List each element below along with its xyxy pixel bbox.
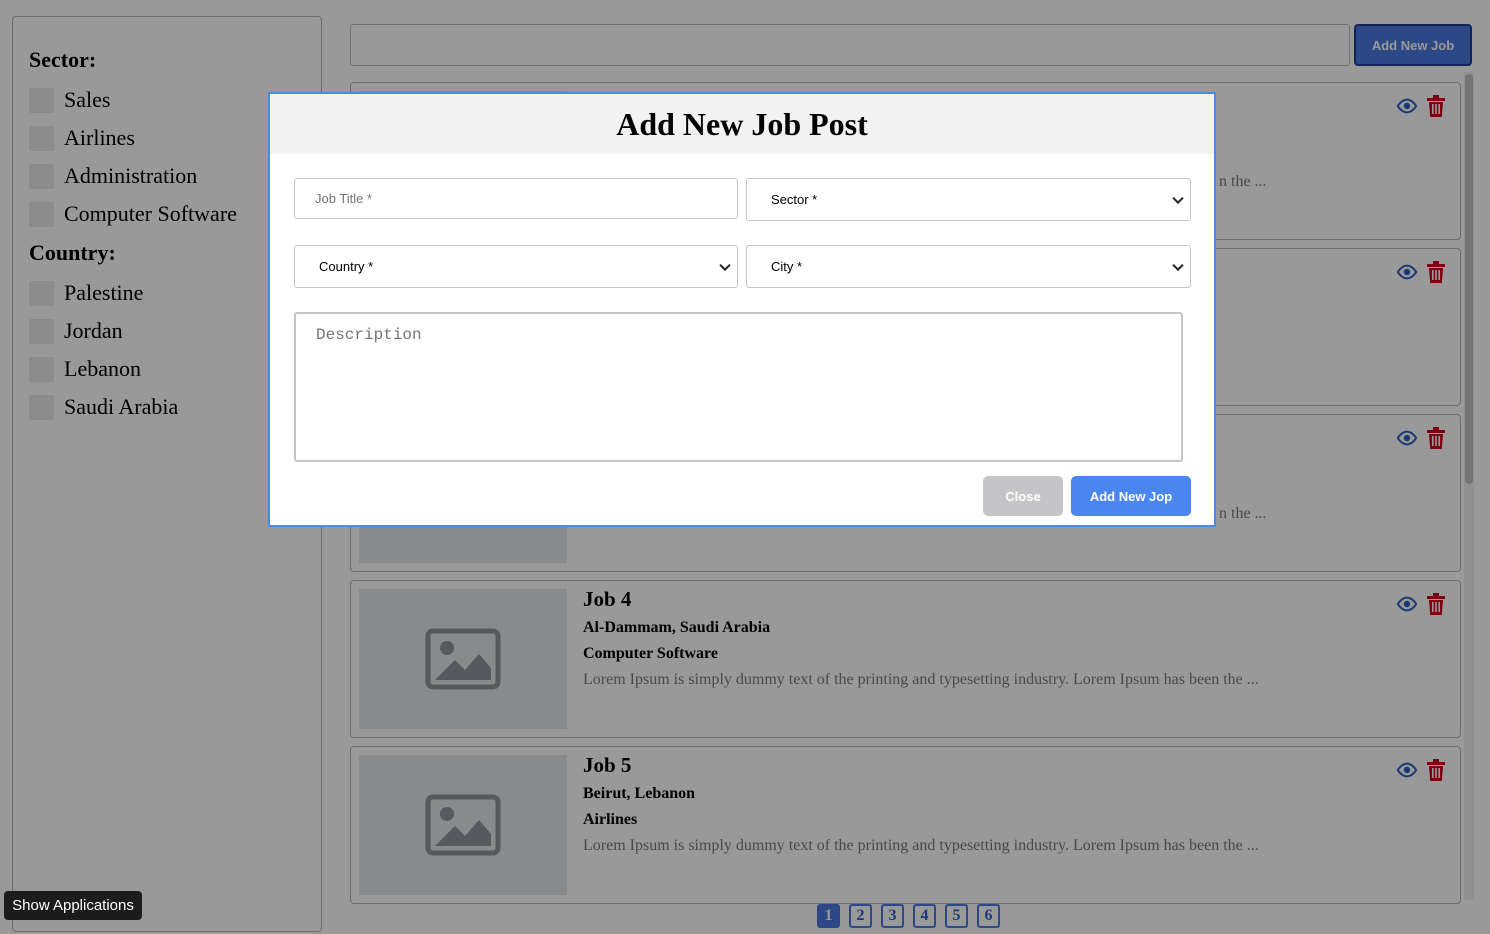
close-button[interactable]: Close [983, 476, 1063, 516]
chevron-down-icon [719, 259, 731, 271]
sector-select[interactable]: Sector * [746, 178, 1191, 221]
country-select[interactable]: Country * [294, 245, 738, 288]
city-select-value: City * [771, 259, 803, 274]
description-textarea[interactable]: Description [294, 312, 1183, 462]
description-placeholder: Description [316, 326, 422, 344]
sector-select-value: Sector * [771, 192, 818, 207]
add-job-modal: Add New Job Post Job Title * Sector * Co… [268, 92, 1216, 527]
modal-header: Add New Job Post [270, 94, 1214, 154]
chevron-down-icon [1172, 259, 1184, 271]
chevron-down-icon [1172, 192, 1184, 204]
city-select[interactable]: City * [746, 245, 1191, 288]
job-title-placeholder: Job Title * [315, 191, 373, 206]
add-new-job-submit-button[interactable]: Add New Jop [1071, 476, 1191, 516]
modal-title: Add New Job Post [616, 105, 868, 142]
show-applications-button[interactable]: Show Applications [4, 891, 142, 920]
job-title-input[interactable]: Job Title * [294, 178, 738, 219]
country-select-value: Country * [319, 259, 374, 274]
